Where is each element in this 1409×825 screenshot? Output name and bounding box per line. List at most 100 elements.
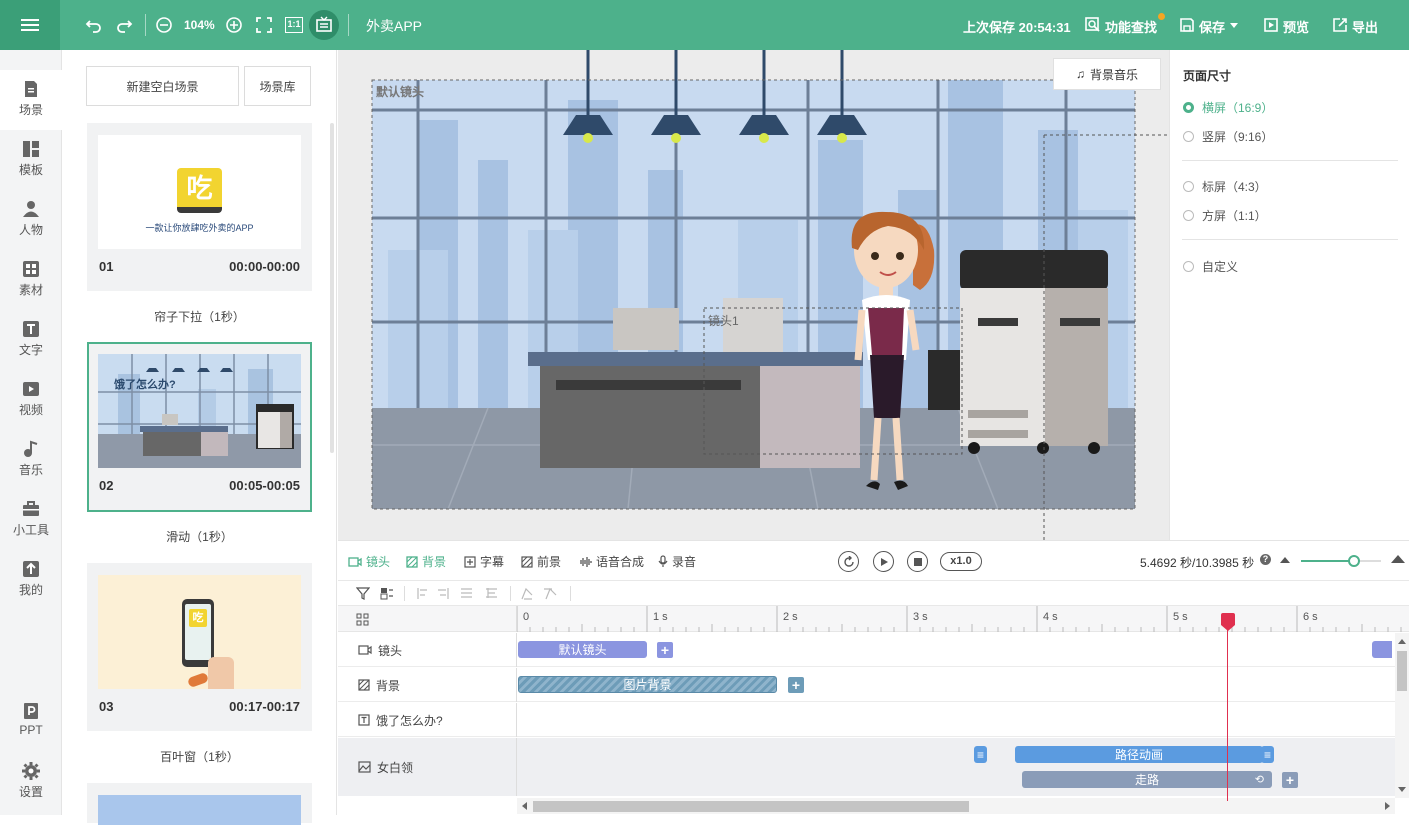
nav-template[interactable]: 模板 (0, 130, 62, 190)
size-option-landscape[interactable]: 横屏（16:9） (1183, 99, 1273, 116)
tab-record[interactable]: 录音 (658, 553, 696, 570)
scene-card-2[interactable]: 饿了怎么办? 02 00:05-00:05 (87, 342, 312, 512)
play-button[interactable] (873, 551, 894, 572)
timeline-horizontal-scrollbar[interactable] (517, 798, 1395, 814)
zoom-out-timeline-icon[interactable] (1280, 557, 1290, 563)
export-button[interactable]: 导出 (1352, 17, 1378, 36)
clip-image-background[interactable]: 图片背景 (518, 676, 777, 693)
ruler-ticks[interactable] (517, 606, 1409, 632)
option-label: 竖屏（9:16） (1202, 130, 1274, 144)
stop-button[interactable] (907, 551, 928, 572)
feature-search-button[interactable]: 功能查找 (1105, 17, 1157, 36)
size-option-custom[interactable]: 自定义 (1183, 258, 1238, 275)
timeline-zoom-slider[interactable] (1301, 555, 1381, 567)
playhead[interactable] (1220, 613, 1235, 801)
help-icon[interactable]: ? (1260, 554, 1271, 565)
nav-settings[interactable]: 设置 (0, 752, 62, 812)
option-label: 自定义 (1202, 260, 1239, 274)
background-music-label: 背景音乐 (1089, 67, 1138, 82)
nav-music[interactable]: 音乐 (0, 430, 62, 490)
save-button[interactable]: 保存 (1199, 17, 1225, 36)
option-label: 方屏（1:1） (1202, 209, 1267, 223)
scene-card-4[interactable] (87, 783, 312, 825)
radio-icon (1183, 131, 1194, 142)
nav-label: 文字 (18, 343, 43, 357)
redo-icon[interactable] (114, 15, 134, 35)
zoom-in-icon[interactable] (224, 15, 244, 35)
nav-mine[interactable]: 我的 (0, 550, 62, 610)
toolbox-icon (23, 501, 39, 516)
keyframe-start-marker[interactable]: ≡ (974, 746, 987, 763)
slider-handle[interactable] (1348, 555, 1360, 567)
ruler-label: 2 s (783, 611, 798, 623)
add-camera-button[interactable]: + (657, 642, 673, 658)
actual-size-icon[interactable]: 1:1 (284, 15, 304, 35)
scene-panel-scrollbar[interactable] (330, 123, 334, 453)
image-icon (358, 761, 371, 773)
scene-thumbnail: 吃 (98, 575, 301, 689)
tab-tts[interactable]: 语音合成 (578, 553, 644, 570)
size-option-standard[interactable]: 标屏（4:3） (1183, 178, 1267, 195)
replay-button[interactable] (838, 551, 859, 572)
microphone-icon (658, 555, 668, 567)
preview-button[interactable]: 预览 (1283, 17, 1309, 36)
scene-transition[interactable]: 帘子下拉（1秒） (87, 308, 312, 325)
nav-toolbox[interactable]: 小工具 (0, 490, 62, 550)
scene-transition[interactable]: 滑动（1秒） (87, 528, 312, 545)
background-music-button[interactable]: ♫ 背景音乐 (1053, 58, 1161, 90)
play-icon (880, 557, 888, 566)
add-action-button[interactable]: + (1282, 772, 1298, 788)
size-option-square[interactable]: 方屏（1:1） (1183, 207, 1267, 224)
tab-foreground[interactable]: 前景 (521, 553, 561, 570)
stop-icon (913, 557, 922, 566)
nav-material[interactable]: 素材 (0, 250, 62, 310)
nav-ppt[interactable]: PPT (0, 692, 62, 752)
tab-background[interactable]: 背景 (406, 553, 446, 570)
scene-card-3[interactable]: 吃 03 00:17-00:17 (87, 563, 312, 731)
size-option-portrait[interactable]: 竖屏（9:16） (1183, 128, 1273, 145)
tab-camera[interactable]: 镜头 (348, 553, 390, 570)
left-nav: 场景 模板 人物 素材 文字 视频 音乐 小工具 我的 PPT 设置 (0, 50, 62, 815)
layers-icon[interactable] (380, 587, 394, 600)
nav-person[interactable]: 人物 (0, 190, 62, 250)
zoom-out-icon[interactable] (154, 15, 174, 35)
scene-card-1[interactable]: 吃 一款让你放肆吃外卖的APP 01 00:00-00:00 (87, 123, 312, 291)
fullscreen-icon[interactable] (254, 15, 274, 35)
scene-library-button[interactable]: 场景库 (244, 66, 311, 106)
clip-camera-next[interactable] (1372, 641, 1392, 658)
nav-scene[interactable]: 场景 (0, 70, 62, 130)
grid-icon[interactable] (356, 613, 369, 626)
timeline-vertical-scrollbar[interactable] (1395, 633, 1409, 798)
new-blank-scene-button[interactable]: 新建空白场景 (86, 66, 239, 106)
food-illustration (186, 671, 210, 689)
track-label: 镜头 (338, 633, 517, 667)
track-row-background: 背景 图片背景 + (338, 668, 1395, 702)
option-label: 横屏（16:9） (1202, 101, 1274, 115)
add-background-button[interactable]: + (788, 677, 804, 693)
zoom-in-timeline-icon[interactable] (1391, 555, 1405, 563)
scene-time: 00:05-00:05 (229, 478, 300, 493)
scene-icon (25, 81, 37, 97)
caret-down-icon[interactable] (1230, 23, 1238, 28)
track-label: 背景 (338, 668, 517, 702)
track-label-text: 镜头 (378, 643, 403, 658)
project-title[interactable]: 外卖APP (366, 16, 422, 36)
menu-button[interactable] (0, 0, 60, 50)
undo-icon[interactable] (84, 15, 104, 35)
speed-button[interactable]: x1.0 (940, 552, 982, 571)
scene-transition[interactable]: 百叶窗（1秒） (87, 748, 312, 765)
nav-video[interactable]: 视频 (0, 370, 62, 430)
safe-frame-icon[interactable] (309, 10, 339, 40)
filter-icon[interactable] (356, 587, 370, 600)
save-icon (1177, 15, 1197, 35)
nav-text[interactable]: 文字 (0, 310, 62, 370)
align-tools-icon[interactable] (416, 587, 516, 600)
distribute-icon[interactable] (520, 587, 560, 600)
stage-canvas[interactable] (338, 50, 1169, 540)
keyframe-end-marker[interactable]: ≡ (1261, 746, 1274, 763)
phone-illustration: 吃 (182, 599, 214, 667)
foreground-icon (521, 555, 533, 568)
feature-search-icon (1083, 15, 1103, 35)
clip-default-camera[interactable]: 默认镜头 (518, 641, 647, 658)
tab-subtitle[interactable]: 字幕 (464, 553, 504, 570)
